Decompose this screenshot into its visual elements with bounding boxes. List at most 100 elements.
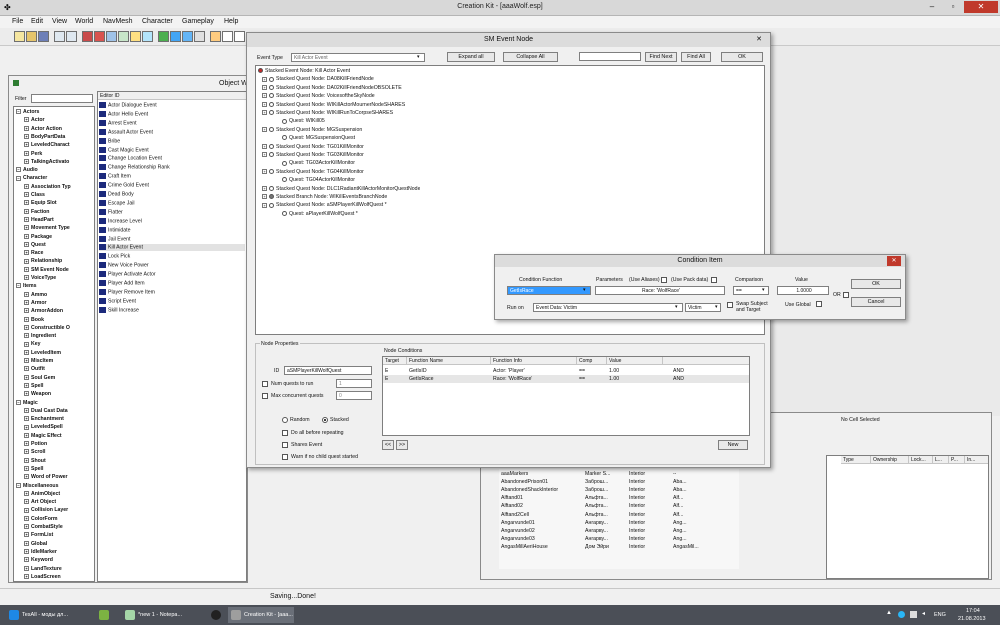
expand-icon[interactable]: + [262, 93, 267, 99]
tree-item[interactable]: + HeadPart [24, 217, 92, 223]
taskbar-item-notepad[interactable]: *new 1 - Notepa... [122, 607, 204, 623]
tree-item[interactable]: + Word of Power [24, 474, 92, 480]
editor-id-item[interactable]: Player Activate Actor [99, 271, 245, 277]
tree-item[interactable]: + TalkingActivato [24, 159, 92, 165]
event-node[interactable]: + Stacked Quest Node: WIKillRunToCorpseSH… [262, 110, 393, 116]
event-node[interactable]: + Stacked Quest Node: MGSuspension [262, 127, 362, 133]
cond-col-header[interactable]: Target [383, 357, 407, 365]
comparison-chevron-icon[interactable]: ▾ [762, 287, 765, 293]
expand-all-button[interactable]: Expand all [447, 52, 495, 62]
condition-function-select[interactable]: GetIsRace [507, 286, 591, 295]
event-node[interactable]: + Stacked Quest Node: TG01KillMonitor [262, 144, 364, 150]
tree-item[interactable]: + Key [24, 341, 92, 347]
tree-item[interactable]: − Items [16, 283, 92, 289]
cell-col-p[interactable]: P... [949, 456, 965, 464]
editor-id-item[interactable]: Increase Level [99, 217, 245, 224]
expand-icon[interactable]: + [24, 499, 29, 505]
editor-id-item[interactable]: Player Remove Item [99, 288, 245, 295]
expand-icon[interactable]: + [24, 457, 29, 463]
editor-id-item[interactable]: Player Add Item [99, 280, 245, 286]
event-node[interactable]: + Stacked Quest Node: TG04KillMonitor [262, 169, 364, 175]
editor-id-item[interactable]: Actor Dialogue Event [99, 102, 245, 108]
cond-col-header[interactable]: Value [607, 357, 663, 365]
event-node[interactable]: Stacked Event Node: Kill Actor Event [258, 68, 350, 74]
tree-item[interactable]: + Magic Effect [24, 433, 92, 439]
expand-icon[interactable]: + [24, 573, 29, 579]
cell-row[interactable]: aaaMarkers Marker S... Interior -- [501, 471, 737, 479]
expand-icon[interactable]: + [24, 117, 29, 123]
condition-item-close-button[interactable]: ✕ [887, 256, 901, 266]
fog-icon[interactable] [194, 31, 205, 42]
tree-item[interactable]: + FormList [24, 532, 92, 538]
editor-id-item[interactable]: Assault Actor Event [99, 128, 245, 135]
object-tree[interactable]: − Actors + Actor + Actor Action + BodyPartData +… [13, 106, 95, 582]
max-concurrent-checkbox[interactable] [262, 393, 268, 399]
expand-icon[interactable]: + [24, 349, 29, 355]
expand-icon[interactable]: + [24, 217, 29, 223]
tray-language[interactable]: ENG [934, 612, 946, 618]
cond-col-header[interactable]: Function Info [491, 357, 577, 365]
expand-icon[interactable]: + [24, 300, 29, 306]
cell-col-in[interactable]: In... [965, 456, 988, 464]
open-icon[interactable] [26, 31, 37, 42]
new-condition-button[interactable]: New [718, 440, 748, 450]
editor-id-item[interactable]: Intimidate [99, 226, 245, 233]
tree-item[interactable]: + Spell [24, 466, 92, 472]
tray-info-icon[interactable] [898, 611, 905, 618]
menu-world[interactable]: World [75, 18, 93, 25]
tree-item[interactable]: + Constructible O [24, 325, 92, 331]
menu-file[interactable]: File [12, 18, 23, 25]
expand-icon[interactable]: + [262, 84, 267, 90]
tree-item[interactable]: + ColorForm [24, 516, 92, 522]
filter-input[interactable] [31, 94, 93, 103]
tree-item[interactable]: + LandTexture [24, 566, 92, 572]
minimize-button[interactable]: – [922, 1, 942, 13]
use-pack-checkbox[interactable] [711, 277, 717, 283]
expand-icon[interactable]: + [24, 374, 29, 380]
chat-icon[interactable] [234, 31, 245, 42]
expand-icon[interactable]: + [24, 291, 29, 297]
menu-character[interactable]: Character [142, 18, 173, 25]
new-icon[interactable] [14, 31, 25, 42]
expand-icon[interactable]: + [262, 185, 267, 191]
event-node[interactable]: + Stacked Quest Node: DA08KillFriendNode [262, 76, 374, 82]
expand-icon[interactable]: + [262, 110, 267, 116]
tree-item[interactable]: − Actors [16, 109, 92, 115]
cond-col-header[interactable]: Function Name [407, 357, 491, 365]
sm-event-ok-button[interactable]: OK [721, 52, 763, 62]
editor-id-item[interactable]: Change Location Event [99, 155, 245, 162]
cell-row[interactable]: Alftand01 Альфта... Interior Alf... [501, 495, 737, 503]
expand-icon[interactable]: + [24, 200, 29, 206]
tree-item[interactable]: + Armor [24, 300, 92, 306]
light-icon[interactable] [158, 31, 169, 42]
cond-row[interactable]: E GetIsID Actor: 'Player' == 1.00 AND [383, 367, 749, 375]
editor-id-item[interactable]: Escape Jail [99, 199, 245, 206]
num-quests-checkbox[interactable] [262, 381, 268, 387]
tree-item[interactable]: + VoiceType [24, 275, 92, 281]
run-on-select[interactable]: Event Data: Victim [533, 303, 683, 312]
editor-id-item[interactable]: Arrest Event [99, 119, 245, 126]
tree-item[interactable]: + Spell [24, 383, 92, 389]
editor-id-list[interactable]: Editor ID Actor Dialogue Event Actor Hell… [97, 91, 247, 582]
event-type-chevron-icon[interactable]: ▾ [417, 54, 420, 60]
expand-icon[interactable]: + [24, 275, 29, 281]
cell-list[interactable]: aaaMarkers Marker S... Interior -- Abandoned… [499, 469, 739, 569]
condition-cancel-button[interactable]: Cancel [851, 297, 901, 307]
sound-icon[interactable] [142, 31, 153, 42]
tree-item[interactable]: + Weapon [24, 391, 92, 397]
maximize-button[interactable]: ▫ [943, 1, 963, 13]
marker-icon[interactable] [130, 31, 141, 42]
event-node[interactable]: + Stacked Quest Node: TG03KillMonitor [262, 152, 364, 158]
tree-item[interactable]: + Class [24, 192, 92, 198]
tree-item[interactable]: + Collision Layer [24, 507, 92, 513]
tray-date[interactable]: 21.08.2013 [958, 616, 986, 622]
cell-col-l[interactable]: L... [933, 456, 949, 464]
use-aliases-checkbox[interactable] [661, 277, 667, 283]
tree-item[interactable]: + CombatStyle [24, 524, 92, 530]
cell-row[interactable]: AngasMillAeriHouse Дом Эйри Interior AngasM… [501, 544, 737, 552]
tree-item[interactable]: + Outfit [24, 366, 92, 372]
expand-icon[interactable]: + [24, 449, 29, 455]
tree-item[interactable]: + Dual Cast Data [24, 408, 92, 414]
editor-id-item[interactable]: Lock Pick [99, 253, 245, 260]
tree-item[interactable]: − Miscellaneous [16, 483, 92, 489]
